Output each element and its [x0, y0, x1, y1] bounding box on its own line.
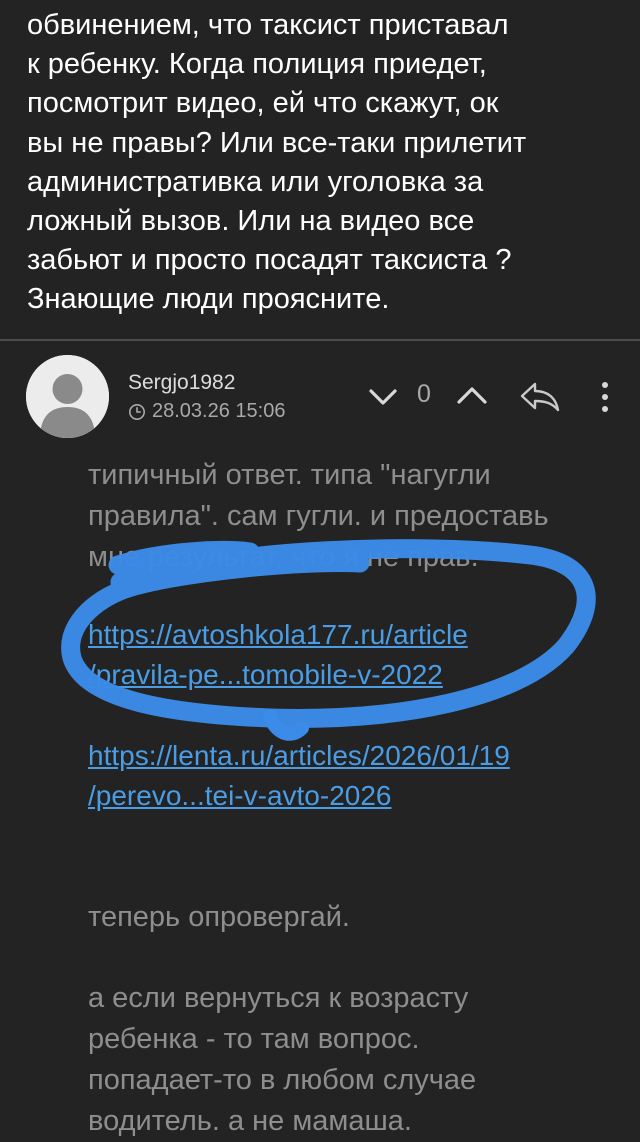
comment-line: правила". сам гугли. и предоставь [88, 500, 549, 532]
comment-after-text: теперь опровергай. [88, 897, 608, 938]
user-silhouette-icon [26, 355, 109, 438]
link-line[interactable]: https://lenta.ru/articles/2026/01/19 [88, 736, 510, 776]
link-avtoshkola[interactable]: https://avtoshkola177.ru/article /pravil… [88, 615, 468, 695]
chevron-down-icon[interactable] [368, 386, 398, 408]
link-lenta[interactable]: https://lenta.ru/articles/2026/01/19 /pe… [88, 736, 510, 816]
post-line: вы не правы? Или все-таки прилетит [27, 126, 527, 159]
divider [0, 339, 640, 341]
post-line: Знающие люди проясните. [27, 283, 390, 316]
link-line[interactable]: https://avtoshkola177.ru/article [88, 615, 468, 655]
reply-arrow-icon[interactable] [518, 380, 562, 414]
link-line[interactable]: /pravila-pe...tomobile-v-2022 [88, 655, 468, 695]
post-line: забьют и просто посадят таксиста ? [27, 244, 512, 277]
post-line: ложный вызов. Или на видео все [27, 205, 475, 238]
post-line: административка или уголовка за [27, 165, 484, 198]
comment-text: типичный ответ. типа "нагугли правила". … [88, 455, 608, 578]
comment-line: типичный ответ. типа "нагугли [88, 459, 491, 491]
chevron-up-icon[interactable] [456, 384, 488, 406]
comment-line: теперь опровергай. [88, 901, 350, 933]
comment-date-row: 28.03.26 15:06 [128, 400, 285, 423]
comment-line: водитель. а не мамаша. [88, 1105, 412, 1137]
comment-final-text: а если вернуться к возрасту ребенка - то… [88, 978, 608, 1142]
comment-author[interactable]: Sergjo1982 [128, 371, 235, 395]
comment-score: 0 [417, 380, 431, 408]
comment-line: мне результат, что я не прав. [88, 541, 479, 573]
comment-line: ребенка - то там вопрос. [88, 1023, 420, 1055]
post-line: обвинением, что таксист приставал [27, 9, 509, 41]
clock-icon [129, 403, 145, 420]
comment-line: а если вернуться к возрасту [88, 982, 469, 1014]
avatar[interactable] [26, 355, 109, 438]
more-vertical-icon[interactable] [598, 380, 612, 414]
post-line: посмотрит видео, ей что скажут, ок [27, 87, 499, 120]
link-line[interactable]: /perevo...tei-v-avto-2026 [88, 776, 510, 816]
post-text: обвинением, что таксист приставал к ребе… [27, 6, 627, 320]
comment-date: 28.03.26 15:06 [152, 400, 286, 422]
post-line: к ребенку. Когда полиция приедет, [27, 48, 487, 81]
comment-line: попадает-то в любом случае [88, 1064, 477, 1096]
